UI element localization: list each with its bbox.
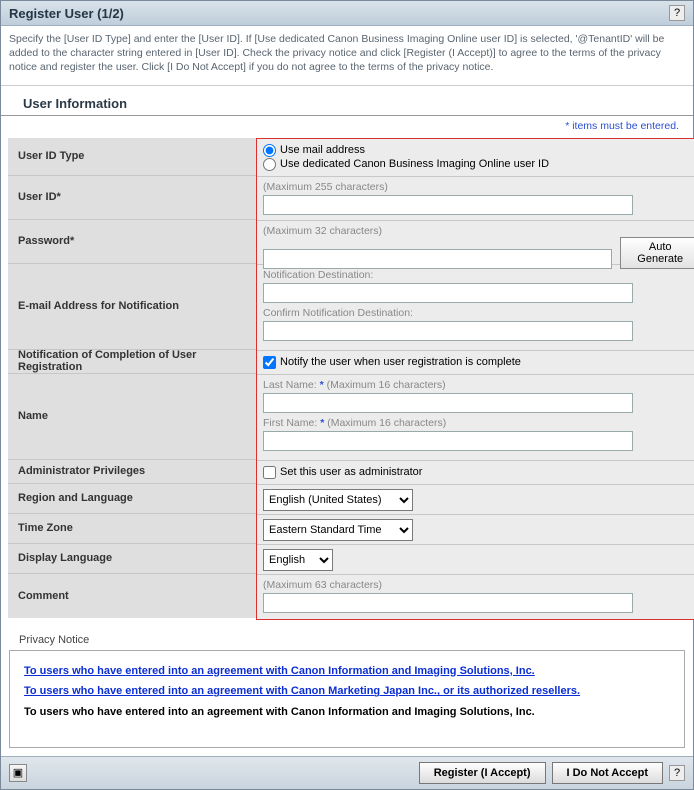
hint-63: (Maximum 63 characters) [263, 579, 382, 591]
label-password: Password * [8, 220, 256, 264]
cell-region: English (United States) [257, 485, 694, 515]
admin-checkbox-row[interactable]: Set this user as administrator [263, 466, 694, 479]
label-display-language: Display Language [8, 544, 256, 574]
do-not-accept-button[interactable]: I Do Not Accept [552, 762, 664, 784]
cell-name: Last Name: * (Maximum 16 characters) Fir… [257, 375, 694, 461]
first-name-label: First Name: * (Maximum 16 characters) [263, 417, 446, 429]
first-name-input[interactable] [263, 431, 633, 451]
value-column-highlighted: Use mail address Use dedicated Canon Bus… [256, 138, 694, 620]
privacy-section: Privacy Notice To users who have entered… [1, 628, 693, 756]
label-user-id: User ID * [8, 176, 256, 220]
label-comment: Comment [8, 574, 256, 618]
radio-use-mail[interactable]: Use mail address [263, 144, 694, 157]
confirm-notification-dest-input[interactable] [263, 321, 633, 341]
help-button[interactable]: ? [669, 5, 685, 21]
cell-user-id: (Maximum 255 characters) [257, 177, 694, 221]
footer-help-button[interactable]: ? [669, 765, 685, 781]
cell-comment: (Maximum 63 characters) [257, 575, 694, 619]
password-input[interactable] [263, 249, 612, 269]
privacy-link-2[interactable]: To users who have entered into an agreem… [24, 685, 580, 697]
cell-password: (Maximum 32 characters) Auto Generate [257, 221, 694, 265]
label-timezone: Time Zone [8, 514, 256, 544]
cell-timezone: Eastern Standard Time [257, 515, 694, 545]
label-region-language: Region and Language [8, 484, 256, 514]
label-email-notification: E-mail Address for Notification [8, 264, 256, 350]
label-reg-completion: Notification of Completion of User Regis… [8, 350, 256, 374]
label-notif-dest: Notification Destination: [263, 269, 373, 281]
privacy-link-1[interactable]: To users who have entered into an agreem… [24, 665, 535, 677]
label-user-id-type: User ID Type [8, 138, 256, 176]
radio-use-dedicated[interactable]: Use dedicated Canon Business Imaging Onl… [263, 158, 694, 171]
cell-display-language: English [257, 545, 694, 575]
window-title: Register User (1/2) [9, 6, 124, 21]
section-title: User Information [1, 86, 693, 116]
last-name-label: Last Name: * (Maximum 16 characters) [263, 379, 446, 391]
notify-checkbox-row[interactable]: Notify the user when user registration i… [263, 356, 694, 369]
label-confirm-notif-dest: Confirm Notification Destination: [263, 307, 413, 319]
last-name-input[interactable] [263, 393, 633, 413]
radio-use-dedicated-input[interactable] [263, 158, 276, 171]
cell-admin: Set this user as administrator [257, 461, 694, 485]
radio-use-mail-input[interactable] [263, 144, 276, 157]
instructions-text: Specify the [User ID Type] and enter the… [1, 26, 693, 86]
auto-generate-button[interactable]: Auto Generate [620, 237, 694, 269]
cell-reg-completion: Notify the user when user registration i… [257, 351, 694, 375]
admin-checkbox[interactable] [263, 466, 276, 479]
privacy-notice-box[interactable]: To users who have entered into an agreem… [9, 650, 685, 748]
label-column: User ID Type User ID * Password * E-mail… [8, 138, 256, 620]
label-name: Name [8, 374, 256, 460]
display-language-select[interactable]: English [263, 549, 333, 571]
label-admin-privileges: Administrator Privileges [8, 460, 256, 484]
notify-checkbox[interactable] [263, 356, 276, 369]
footer: ▣ Register (I Accept) I Do Not Accept ? [1, 756, 693, 789]
cell-user-id-type: Use mail address Use dedicated Canon Bus… [257, 139, 694, 177]
comment-input[interactable] [263, 593, 633, 613]
required-note: * items must be entered. [1, 116, 693, 138]
collapse-button[interactable]: ▣ [9, 764, 27, 782]
notification-dest-input[interactable] [263, 283, 633, 303]
hint-32: (Maximum 32 characters) [263, 225, 382, 237]
cell-email-notification: Notification Destination: Confirm Notifi… [257, 265, 694, 351]
privacy-title: Privacy Notice [9, 632, 685, 650]
privacy-plain-text: To users who have entered into an agreem… [24, 706, 535, 718]
register-accept-button[interactable]: Register (I Accept) [419, 762, 546, 784]
region-language-select[interactable]: English (United States) [263, 489, 413, 511]
user-id-input[interactable] [263, 195, 633, 215]
titlebar: Register User (1/2) ? [1, 1, 693, 26]
timezone-select[interactable]: Eastern Standard Time [263, 519, 413, 541]
register-user-window: Register User (1/2) ? Specify the [User … [0, 0, 694, 790]
hint-255: (Maximum 255 characters) [263, 181, 388, 193]
